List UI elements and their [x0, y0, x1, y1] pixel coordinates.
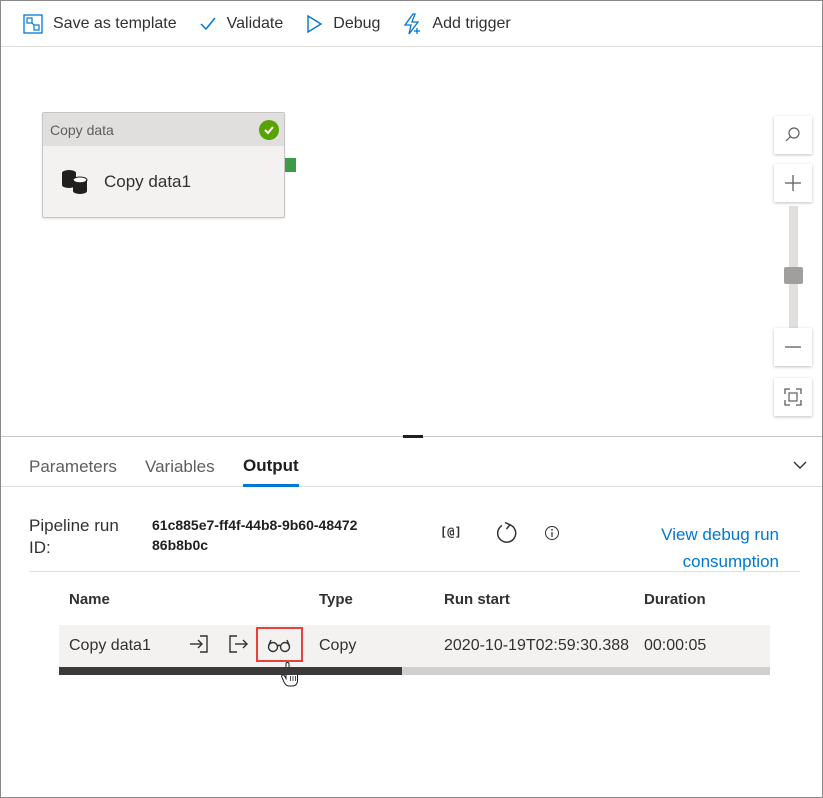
refresh-icon[interactable] [495, 521, 519, 550]
copy-data-activity[interactable]: Copy data Copy data1 [42, 112, 285, 218]
row-name: Copy data1 [69, 637, 151, 654]
success-check-icon [259, 120, 279, 140]
info-icon [544, 525, 560, 546]
toolbar: Save as template Validate Debug Add trig… [1, 1, 822, 47]
debug-button[interactable]: Debug [305, 1, 380, 47]
row-type: Copy [319, 637, 357, 654]
template-icon [23, 13, 43, 34]
tab-variables[interactable]: Variables [145, 447, 215, 487]
minus-icon [785, 346, 801, 348]
separator [29, 571, 800, 572]
column-header-type: Type [319, 591, 353, 608]
tab-parameters[interactable]: Parameters [29, 447, 117, 487]
expression-icon[interactable]: [@] [440, 525, 462, 539]
pipeline-canvas[interactable]: Copy data Copy data1 [1, 48, 822, 436]
search-canvas-button[interactable] [774, 116, 812, 154]
activity-header: Copy data [43, 113, 284, 146]
input-icon[interactable] [188, 634, 210, 659]
horizontal-scrollbar-thumb[interactable] [59, 667, 402, 675]
save-as-template-button[interactable]: Save as template [23, 1, 177, 47]
validate-button[interactable]: Validate [199, 1, 284, 47]
activity-output-port[interactable] [285, 158, 296, 172]
fit-screen-icon [784, 388, 802, 406]
bottom-panel-tabs: Parameters Variables Output [1, 447, 822, 487]
plus-icon [785, 175, 801, 191]
pipeline-run-id-label: Pipeline run ID: [29, 516, 119, 557]
pipeline-run-id-value: 61c885e7-ff4f-44b8-9b60-4847286b8b0c [152, 517, 358, 553]
tab-output[interactable]: Output [243, 447, 299, 487]
search-icon [785, 127, 800, 142]
validate-label: Validate [226, 14, 284, 32]
resize-grip[interactable] [403, 435, 423, 438]
row-run-start: 2020-10-19T02:59:30.388 [444, 637, 630, 654]
column-header-duration: Duration [644, 591, 706, 608]
zoom-in-button[interactable] [774, 164, 812, 202]
database-copy-icon [62, 170, 88, 194]
collapse-panel-button[interactable] [792, 457, 808, 478]
details-highlight-box [256, 627, 303, 662]
debug-label: Debug [333, 14, 381, 32]
zoom-out-button[interactable] [774, 328, 812, 366]
save-as-template-label: Save as template [53, 14, 177, 32]
activity-type-label: Copy data [50, 121, 114, 138]
zoom-slider-thumb[interactable] [784, 267, 803, 284]
activity-name: Copy data1 [104, 172, 191, 191]
column-header-run-start: Run start [444, 591, 510, 608]
pipeline-editor: Save as template Validate Debug Add trig… [0, 0, 823, 798]
add-trigger-button[interactable]: Add trigger [402, 1, 511, 47]
view-debug-run-consumption-link[interactable]: View debug run consumption [647, 521, 779, 575]
play-icon [307, 14, 323, 33]
add-trigger-label: Add trigger [432, 14, 511, 32]
checkmark-icon [200, 17, 216, 30]
activity-body: Copy data1 [43, 146, 284, 218]
fit-to-screen-button[interactable] [774, 378, 812, 416]
column-header-name: Name [69, 591, 110, 608]
lightning-icon [404, 12, 421, 34]
row-duration: 00:00:05 [644, 637, 707, 654]
chevron-down-icon [793, 461, 807, 469]
output-icon[interactable] [227, 634, 249, 659]
